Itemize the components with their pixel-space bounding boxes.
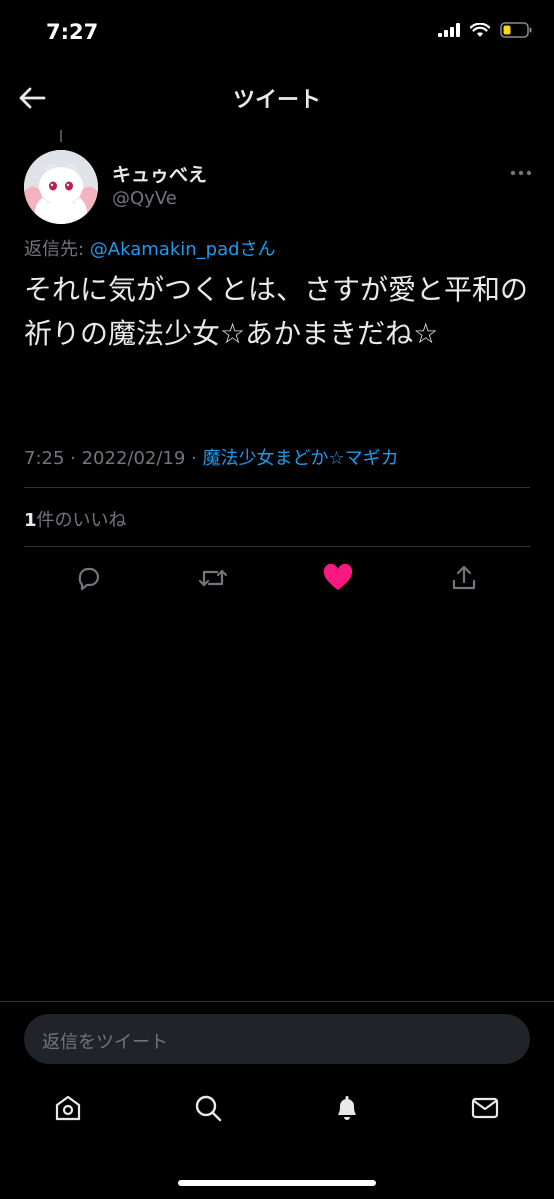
tab-notifications[interactable]: [325, 1086, 369, 1130]
status-icons: [438, 22, 532, 38]
notifications-icon: [338, 1096, 356, 1120]
tweet-actions: [0, 558, 554, 600]
reply-placeholder: 返信をツイート: [42, 1032, 168, 1053]
search-icon: [195, 1095, 222, 1122]
divider: [24, 546, 530, 547]
status-time: 7:27: [46, 20, 99, 44]
retweet-icon: [198, 569, 228, 587]
signal-icon: [438, 23, 460, 37]
thread-connector: [60, 130, 62, 142]
bottom-divider: [0, 1001, 554, 1002]
author-name[interactable]: キュゥべえ: [112, 160, 207, 187]
tweet-meta: 7:25 · 2022/02/19 · 魔法少女まどか☆マギカ: [24, 444, 399, 470]
like-count-row[interactable]: 1件のいいね: [24, 506, 127, 532]
home-indicator[interactable]: [178, 1180, 376, 1186]
like-icon: [323, 564, 353, 590]
reply-button[interactable]: [68, 558, 108, 598]
tab-bar: [0, 1086, 554, 1142]
status-bar: 7:27: [0, 0, 554, 70]
tab-search[interactable]: [186, 1086, 230, 1130]
divider: [24, 487, 530, 488]
retweet-button[interactable]: [193, 558, 233, 598]
avatar-image: [24, 150, 98, 224]
share-icon: [452, 565, 476, 590]
wifi-icon: [470, 22, 490, 37]
battery-icon: [500, 22, 532, 38]
reply-to-link[interactable]: @Akamakin_padさん: [90, 239, 276, 260]
reply-prefix: 返信先:: [24, 239, 90, 260]
tab-home[interactable]: [46, 1086, 90, 1130]
tweet-timestamp[interactable]: 7:25 · 2022/02/19 ·: [24, 448, 203, 469]
tab-messages[interactable]: [463, 1086, 507, 1130]
reply-to-line: 返信先: @Akamakin_padさん: [24, 235, 276, 261]
share-button[interactable]: [444, 558, 484, 598]
author-handle[interactable]: @QyVe: [112, 188, 177, 209]
messages-icon: [471, 1097, 499, 1119]
like-button[interactable]: [318, 558, 358, 598]
more-button[interactable]: [508, 160, 534, 186]
more-icon: [510, 170, 532, 176]
like-count: 1: [24, 510, 37, 531]
header: ツイート: [0, 70, 554, 126]
like-label: 件のいいね: [36, 510, 127, 531]
tweet-text: それに気がつくとは、さすが愛と平和の祈りの魔法少女☆あかまきだね☆: [24, 273, 529, 350]
tweet-source[interactable]: 魔法少女まどか☆マギカ: [203, 448, 399, 469]
reply-icon: [78, 567, 100, 591]
avatar[interactable]: [24, 150, 98, 224]
page-title: ツイート: [232, 88, 321, 113]
home-icon: [55, 1095, 81, 1121]
reply-input[interactable]: 返信をツイート: [24, 1014, 530, 1064]
